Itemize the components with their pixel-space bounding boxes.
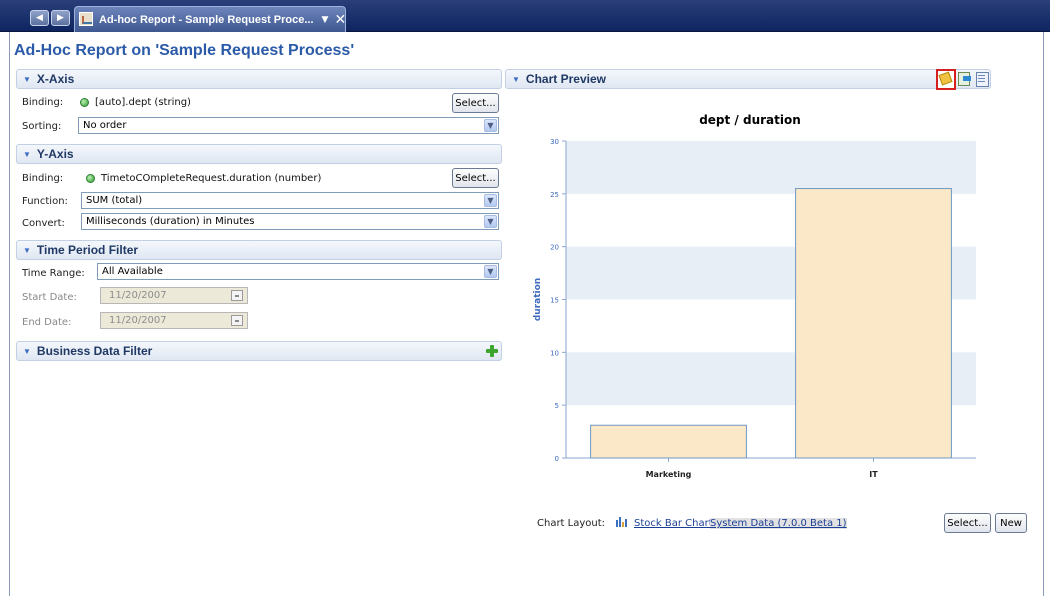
convert-label: Convert:	[22, 218, 65, 229]
arrow-left-icon[interactable]: ◀	[30, 10, 49, 26]
start-date-field: 11/20/2007	[100, 287, 248, 304]
layout-select-button[interactable]: Select...	[944, 513, 991, 533]
chart-layout-label: Chart Layout:	[537, 518, 606, 529]
field-status-icon	[86, 174, 95, 183]
sorting-select[interactable]: No order ▼	[78, 117, 499, 134]
collapse-icon[interactable]: ▼	[23, 246, 31, 255]
calendar-icon	[231, 315, 243, 326]
x-select-button[interactable]: Select...	[452, 93, 499, 113]
time-range-label: Time Range:	[22, 268, 85, 279]
chevron-down-icon[interactable]: ▼	[484, 215, 497, 228]
time-filter-section-header[interactable]: ▼ Time Period Filter	[16, 240, 502, 260]
collapse-icon[interactable]: ▼	[512, 75, 520, 84]
collapse-icon[interactable]: ▼	[23, 75, 31, 84]
data-table-icon[interactable]	[973, 71, 990, 87]
y-tick-label: 15	[550, 297, 559, 305]
y-binding-value: TimetoCOmpleteRequest.duration (number)	[86, 173, 321, 184]
collapse-icon[interactable]: ▼	[23, 150, 31, 159]
report-icon	[79, 12, 93, 26]
x-axis-title: X-Axis	[36, 72, 75, 86]
title-bar: ◀ ▶ Ad-hoc Report - Sample Request Proce…	[0, 0, 1050, 32]
close-icon[interactable]: ✕	[334, 12, 346, 28]
start-date-value: 11/20/2007	[109, 290, 167, 301]
bar-chart: dept / duration duration 0 5 10 15 20 25 30 Mar…	[533, 113, 976, 479]
dropdown-icon[interactable]: ▼	[322, 15, 329, 25]
sorting-value: No order	[83, 120, 127, 131]
chart-preview-title: Chart Preview	[525, 72, 606, 86]
convert-value: Milliseconds (duration) in Minutes	[86, 216, 255, 227]
start-date-label: Start Date:	[22, 292, 77, 303]
y-axis-label: duration	[533, 278, 543, 321]
end-date-label: End Date:	[22, 317, 72, 328]
y-axis-title: Y-Axis	[36, 147, 74, 161]
x-binding-text: [auto].dept (string)	[95, 97, 191, 108]
time-range-value: All Available	[102, 266, 163, 277]
end-date-field: 11/20/2007	[100, 312, 248, 329]
y-tick-label: 0	[555, 455, 559, 463]
page-title: Ad-Hoc Report on 'Sample Request Process…	[14, 42, 355, 59]
y-tick-label: 25	[550, 191, 559, 199]
chart-band	[566, 141, 976, 194]
business-filter-section-header[interactable]: ▼ Business Data Filter	[16, 341, 502, 361]
y-tick-label: 5	[555, 402, 559, 410]
x-tick-label: Marketing	[646, 470, 692, 479]
chart-preview-section-header[interactable]: ▼ Chart Preview	[505, 69, 991, 89]
y-axis-section-header[interactable]: ▼ Y-Axis	[16, 144, 502, 164]
function-value: SUM (total)	[86, 195, 143, 206]
tab-title: Ad-hoc Report - Sample Request Proce...	[99, 13, 314, 26]
export-chart-icon[interactable]	[956, 71, 973, 87]
function-select[interactable]: SUM (total) ▼	[81, 192, 499, 209]
business-filter-title: Business Data Filter	[36, 344, 153, 358]
x-tick-label: IT	[869, 470, 878, 479]
bar-it	[795, 188, 952, 459]
new-layout-button[interactable]: New	[995, 513, 1027, 533]
chevron-down-icon[interactable]: ▼	[484, 194, 497, 207]
field-status-icon	[80, 98, 89, 107]
editor-tab[interactable]: Ad-hoc Report - Sample Request Proce... …	[74, 6, 346, 32]
chevron-down-icon[interactable]: ▼	[484, 265, 497, 278]
x-axis-section-header[interactable]: ▼ X-Axis	[16, 69, 502, 89]
convert-select[interactable]: Milliseconds (duration) in Minutes ▼	[81, 213, 499, 230]
stock-bar-chart-link[interactable]: Stock Bar Chart	[634, 518, 713, 529]
add-filter-icon[interactable]	[486, 345, 498, 357]
x-binding-label: Binding:	[22, 97, 64, 108]
end-date-value: 11/20/2007	[109, 315, 167, 326]
time-filter-title: Time Period Filter	[36, 243, 139, 257]
bar-chart-icon	[616, 517, 627, 527]
y-tick-label: 30	[550, 138, 559, 146]
chart-title: dept / duration	[699, 113, 801, 127]
edit-chart-icon[interactable]	[936, 69, 956, 90]
system-data-link[interactable]: System Data (7.0.0 Beta 1)	[710, 518, 847, 529]
arrow-right-icon[interactable]: ▶	[51, 10, 70, 26]
y-select-button[interactable]: Select...	[452, 168, 499, 188]
sorting-label: Sorting:	[22, 121, 62, 132]
collapse-icon[interactable]: ▼	[23, 347, 31, 356]
function-label: Function:	[22, 196, 68, 207]
y-binding-text: TimetoCOmpleteRequest.duration (number)	[101, 173, 322, 184]
chevron-down-icon[interactable]: ▼	[484, 119, 497, 132]
nav-buttons: ◀ ▶	[30, 10, 70, 26]
bar-marketing	[590, 424, 747, 459]
y-tick-label: 10	[550, 349, 559, 357]
y-binding-label: Binding:	[22, 173, 64, 184]
calendar-icon	[231, 290, 243, 301]
x-binding-value: [auto].dept (string)	[80, 97, 191, 108]
time-range-select[interactable]: All Available ▼	[97, 263, 499, 280]
y-tick-label: 20	[550, 244, 559, 252]
